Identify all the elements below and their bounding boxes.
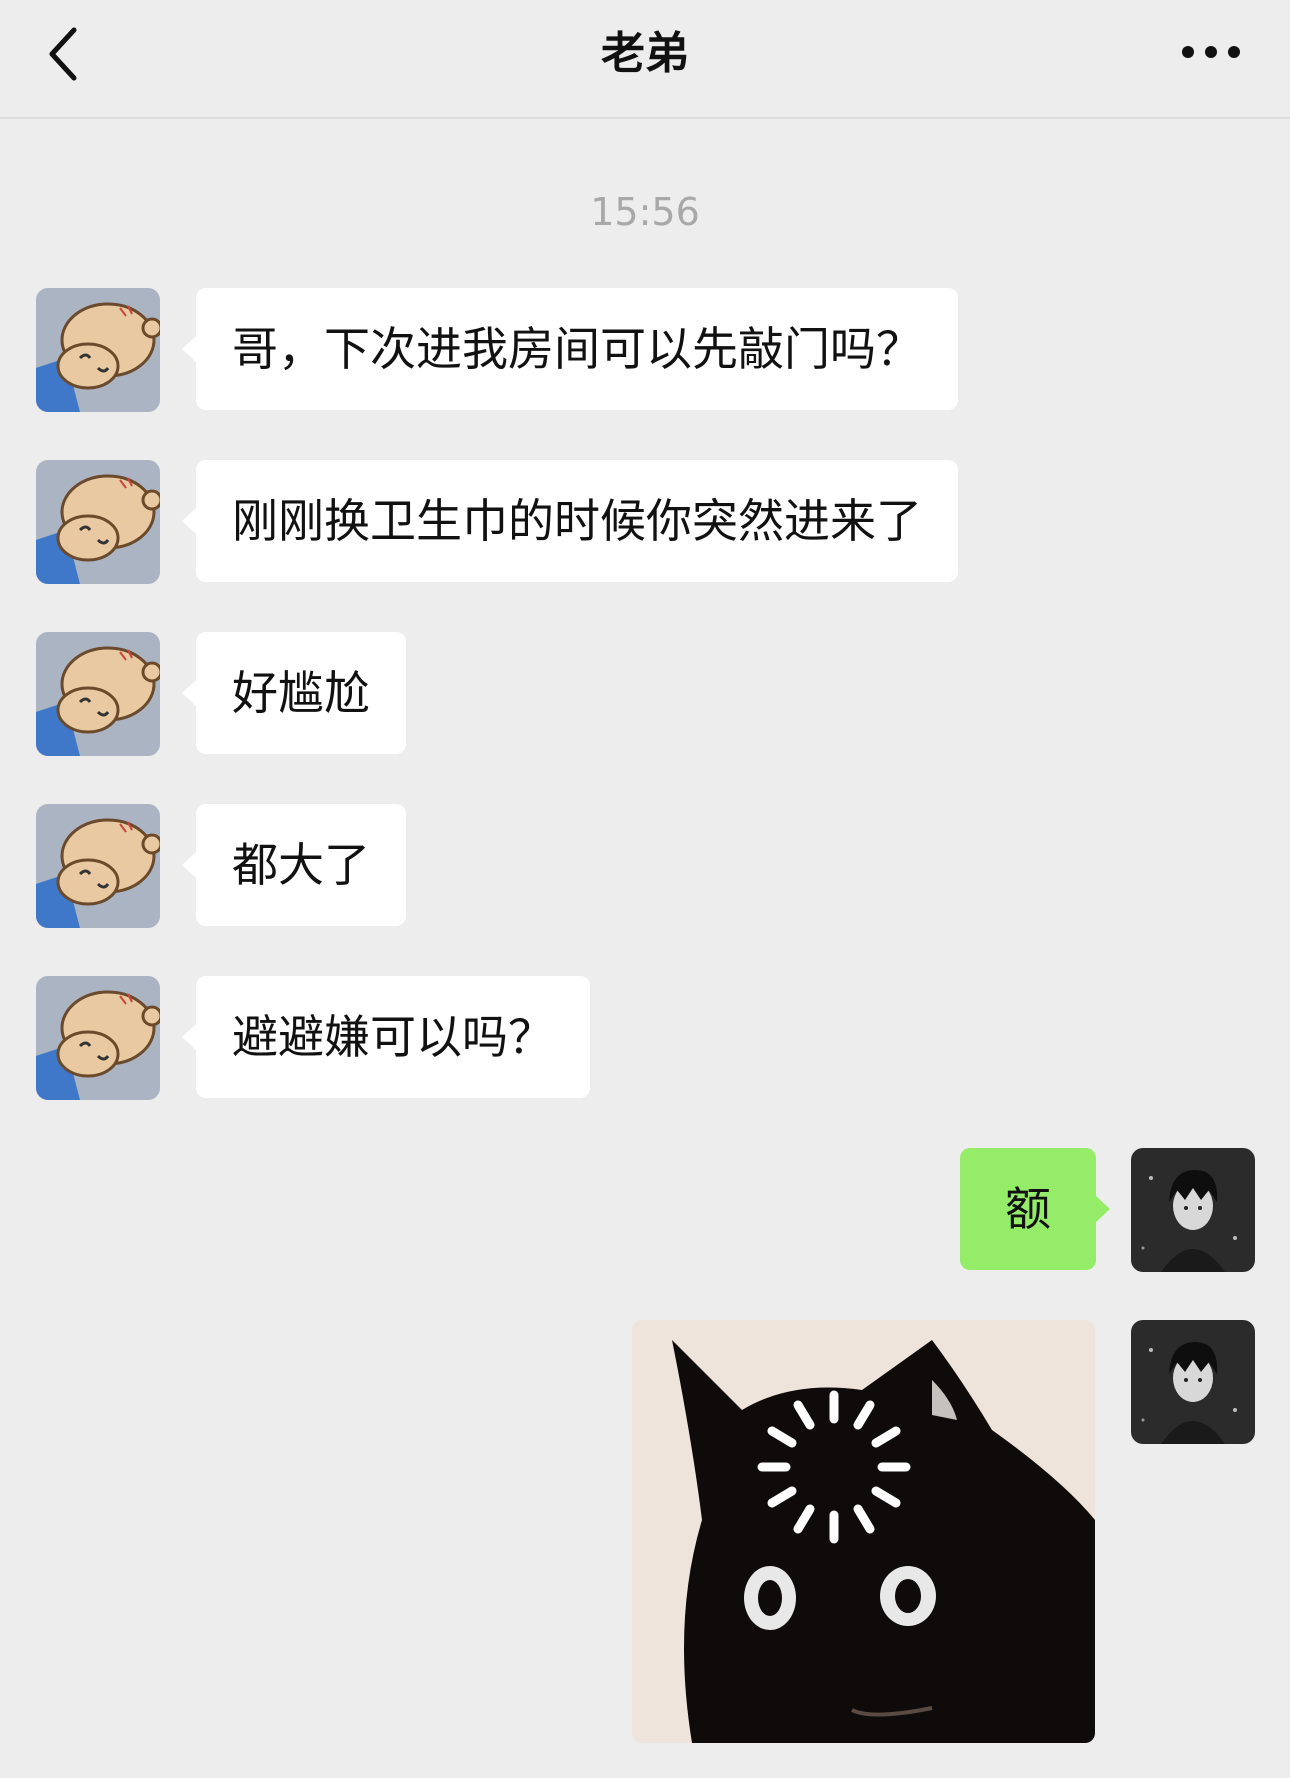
self-avatar[interactable] (1131, 1320, 1255, 1444)
message-row: 避避嫌可以吗？ (0, 976, 1290, 1100)
message-bubble[interactable]: 好尴尬 (182, 632, 406, 754)
contact-avatar[interactable] (36, 804, 160, 928)
nav-bar: 老弟 (0, 0, 1290, 119)
message-row: 刚刚换卫生巾的时候你突然进来了 (0, 460, 1290, 584)
message-row: 额 (0, 1148, 1290, 1272)
message-row: 哥，下次进我房间可以先敲门吗？ (0, 288, 1290, 412)
self-avatar[interactable] (1131, 1148, 1255, 1272)
more-button[interactable] (1176, 32, 1246, 72)
contact-avatar[interactable] (36, 288, 160, 412)
message-row: 都大了 (0, 804, 1290, 928)
message-bubble[interactable]: 避避嫌可以吗？ (182, 976, 590, 1098)
message-bubble[interactable]: 额 (960, 1148, 1110, 1270)
contact-avatar[interactable] (36, 460, 160, 584)
chat-title: 老弟 (601, 28, 689, 79)
message-bubble[interactable]: 都大了 (182, 804, 406, 926)
more-dots-icon (1182, 46, 1240, 58)
message-timestamp: 15:56 (590, 190, 700, 234)
message-bubble[interactable]: 刚刚换卫生巾的时候你突然进来了 (182, 460, 958, 582)
message-bubble[interactable]: 哥，下次进我房间可以先敲门吗？ (182, 288, 958, 410)
message-row: 好尴尬 (0, 632, 1290, 756)
contact-avatar[interactable] (36, 976, 160, 1100)
black-cat-loading-sticker (632, 1320, 1095, 1743)
cat-sticker-image[interactable] (632, 1320, 1095, 1743)
contact-avatar[interactable] (36, 632, 160, 756)
